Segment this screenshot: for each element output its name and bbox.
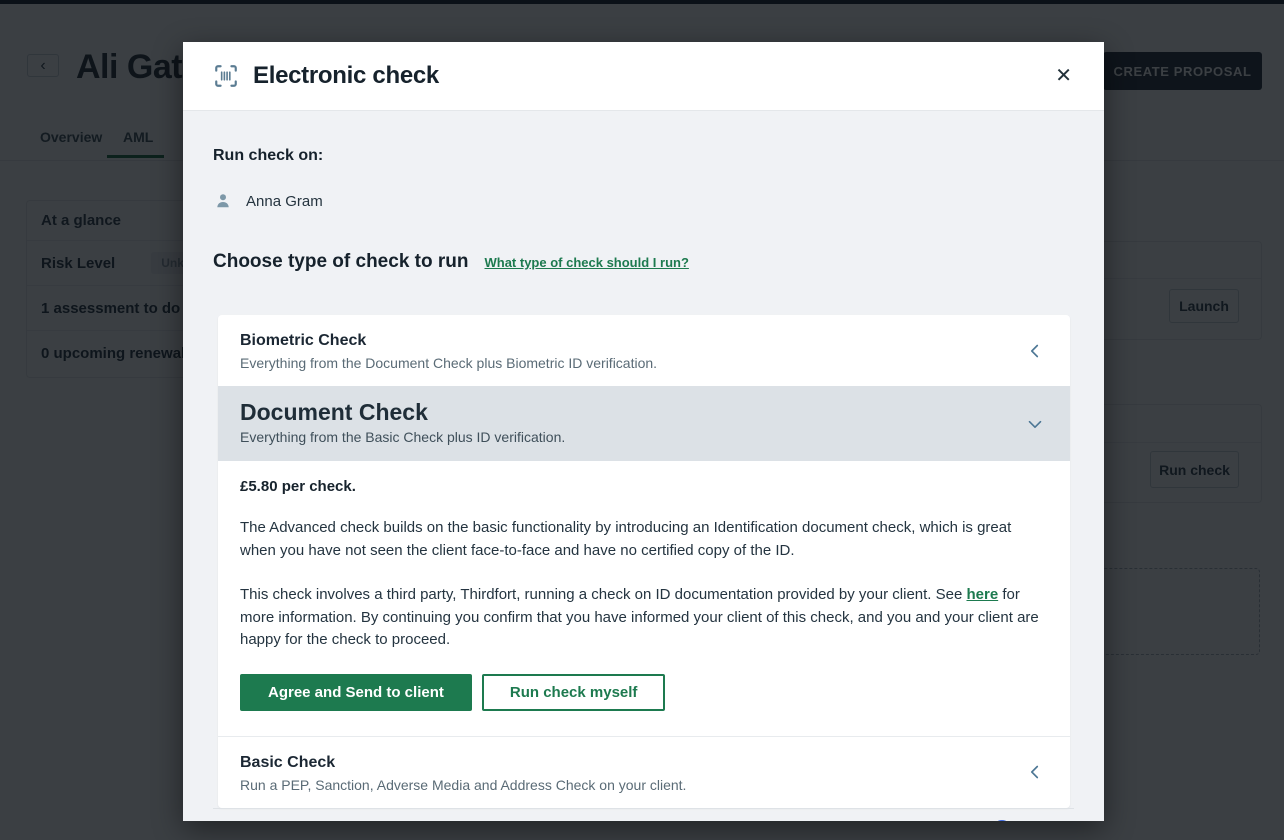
- biometric-check-desc: Everything from the Document Check plus …: [240, 355, 1010, 371]
- modal-header: Electronic check ✕: [183, 42, 1104, 110]
- biometric-check-option[interactable]: Biometric Check Everything from the Docu…: [218, 315, 1070, 386]
- barcode-scan-icon: [213, 63, 239, 89]
- modal-footer: Checks powered by thirdfort: [213, 808, 1074, 822]
- person-icon: [213, 191, 233, 211]
- modal-body: Run check on: Anna Gram Choose type of c…: [183, 110, 1104, 821]
- disclaimer-text-before: This check involves a third party, Third…: [240, 586, 966, 603]
- agree-send-button[interactable]: Agree and Send to client: [240, 674, 472, 711]
- close-icon[interactable]: ✕: [1053, 64, 1074, 88]
- electronic-check-modal: Electronic check ✕ Run check on: Anna Gr…: [183, 42, 1104, 821]
- client-name: Anna Gram: [246, 193, 323, 210]
- document-check-option[interactable]: Document Check Everything from the Basic…: [218, 386, 1070, 461]
- chevron-left-icon: [1024, 761, 1046, 783]
- chevron-left-icon: [1024, 340, 1046, 362]
- check-type-accordion: Biometric Check Everything from the Docu…: [218, 315, 1070, 808]
- third-party-disclaimer: This check involves a third party, Third…: [240, 584, 1048, 652]
- choose-type-heading: Choose type of check to run: [213, 251, 468, 273]
- biometric-check-title: Biometric Check: [240, 332, 1010, 350]
- document-check-details: £5.80 per check. The Advanced check buil…: [218, 461, 1070, 736]
- basic-check-option[interactable]: Basic Check Run a PEP, Sanction, Adverse…: [218, 736, 1070, 808]
- client-row: Anna Gram: [213, 191, 1074, 211]
- run-check-myself-button[interactable]: Run check myself: [482, 674, 666, 711]
- basic-check-title: Basic Check: [240, 754, 1010, 772]
- document-check-desc: Everything from the Basic Check plus ID …: [240, 429, 1010, 445]
- more-information-link[interactable]: here: [966, 586, 998, 603]
- modal-title: Electronic check: [253, 62, 439, 90]
- chevron-down-icon: [1024, 413, 1046, 435]
- run-check-on-label: Run check on:: [213, 147, 1074, 165]
- basic-check-desc: Run a PEP, Sanction, Adverse Media and A…: [240, 777, 1010, 793]
- document-check-title: Document Check: [240, 399, 1010, 426]
- check-type-help-link[interactable]: What type of check should I run?: [484, 255, 688, 270]
- thirdfort-logo-icon: [993, 820, 1011, 822]
- action-button-row: Agree and Send to client Run check mysel…: [240, 674, 1048, 725]
- thirdfort-brand-name: thirdfort: [1017, 820, 1074, 821]
- document-check-description: The Advanced check builds on the basic f…: [240, 517, 1048, 562]
- price-per-check: £5.80 per check.: [240, 478, 1048, 495]
- choose-type-row: Choose type of check to run What type of…: [213, 251, 1074, 273]
